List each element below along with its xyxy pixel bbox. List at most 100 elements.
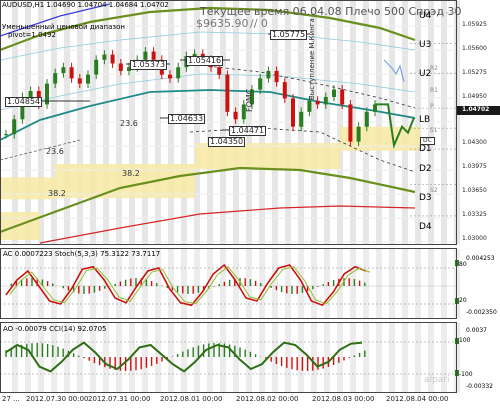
session-stripe [64,249,70,318]
candle-body [53,73,58,84]
session-stripe [389,249,395,318]
session-stripe [77,323,83,392]
candle-body [282,82,287,99]
ao-scale-top: 0.0037 [466,327,487,334]
pivot-r2: R2 [430,65,438,72]
symbol-info: AUDUSD,H1 1.04690 1.04704 1.04684 1.0470… [2,1,169,9]
candle-body [217,67,222,75]
session-stripe [181,323,187,392]
ao-cci-minus100: -100 [459,371,473,378]
pivot-s1: S1 [430,127,438,134]
session-stripe [25,323,31,392]
candle-body [373,104,377,112]
ao-cci-100: 100 [459,337,471,344]
y-tick: 1.03325 [462,211,487,218]
pivot-p: P [430,103,434,110]
fib-label: 38.2 [48,189,66,198]
session-stripe [103,323,109,392]
candle-body [323,96,328,105]
fomc-note: FOMC [245,88,254,112]
y-tick: 1.05925 [462,21,487,28]
candle-body [4,134,8,136]
session-stripe [207,323,213,392]
balance-readout: $9635.90 [196,17,249,30]
pivot-r1: R1 [430,87,438,94]
candle-body [61,67,66,74]
session-stripe [25,249,31,318]
x-tick: 2012.08.02 00:00 [236,395,299,403]
session-stripe [376,323,382,392]
y-tick: 1.04300 [462,139,487,146]
price-box: 1.05373 [130,60,168,70]
level-u4: U4 [419,11,432,21]
trading-chart[interactable] [0,0,500,408]
session-stripe [441,249,447,318]
candle-body [176,67,181,79]
candle-body [340,89,345,105]
ac-panel-label: AC 0.0007223 Stoch(5,3,3) 75.3122 73.711… [3,250,161,258]
support-zone [0,212,40,240]
session-stripe [311,249,317,318]
session-stripe [415,323,421,392]
pivot-caption: pivot=1.0492 [8,31,56,39]
session-stripe [428,249,434,318]
session-stripe [285,249,291,318]
ac-stoch-20: 20 [459,297,467,304]
session-stripe [324,249,330,318]
ao-panel-label: AO -0.00079 CCI(14) 92.0705 [3,325,107,333]
session-stripe [246,323,252,392]
level-d2: D2 [419,164,432,174]
level-d4: D4 [419,222,432,232]
candle-body [86,74,90,84]
support-zone [0,177,55,200]
ac-scale-top: 0.004253 [466,255,495,262]
fib-label: 23.6 [120,119,138,128]
candle-body [258,78,263,90]
candle-body [266,70,271,79]
y-tick: 1.03975 [462,163,487,170]
session-stripe [272,249,278,318]
session-stripe [285,323,291,392]
session-stripe [12,323,18,392]
level-lb: LB [419,115,431,125]
session-stripe [155,249,161,318]
event-note: Выступление М.Кинга [308,18,316,100]
y-tick: 1.05275 [462,69,487,76]
session-stripe [168,323,174,392]
session-stripe [38,323,44,392]
session-stripe [155,323,161,392]
x-tick: 2012.08.04 00:00 [386,395,449,403]
session-stripe [51,323,57,392]
session-stripe [129,249,135,318]
candle-body [348,104,353,142]
candle-body [143,51,148,60]
x-tick: 2012.08.01 00:00 [160,395,223,403]
session-stripe [259,249,265,318]
y-tick: 1.04950 [462,93,487,100]
session-stripe [350,323,356,392]
fib-label: 23.6 [46,147,64,156]
slash-zero: // 0 [250,17,268,30]
y-tick: 1.03650 [462,187,487,194]
x-tick: 2012.07.31 00:00 [88,395,151,403]
dc-marker: DC [420,137,435,145]
candle-body [102,54,107,60]
session-stripe [220,323,226,392]
candle-body [225,74,230,112]
y-tick: 1.05600 [462,45,487,52]
candle-body [151,51,156,60]
session-stripe [324,323,330,392]
candle-body [77,78,82,84]
candle-body [315,100,320,105]
candle-body [299,111,304,127]
session-stripe [402,249,408,318]
x-tick: 27 ... [2,395,20,403]
session-stripe [402,323,408,392]
range-caption: Уменьшенный ценовой диапазон [2,23,125,31]
level-u3: U3 [419,40,432,50]
candle-body [118,63,123,71]
price-box: 1.04854 [5,97,43,107]
x-tick: 2012.07.30 00:00 [26,395,89,403]
session-stripe [259,323,265,392]
candle-body [168,74,172,79]
